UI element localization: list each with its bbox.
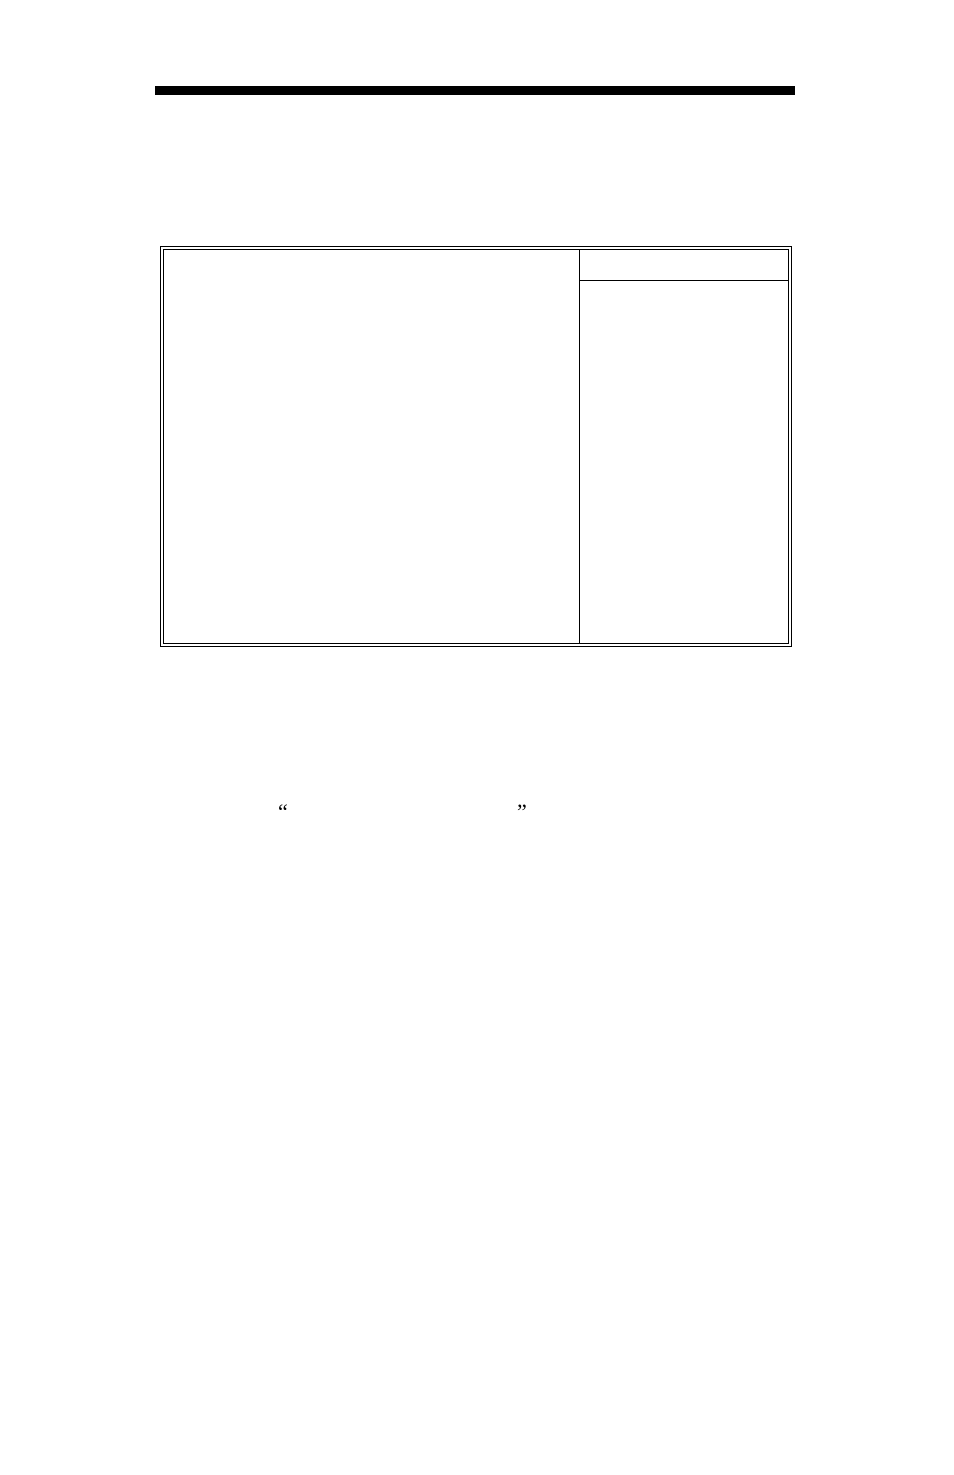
bottom-rule xyxy=(155,1249,795,1258)
table-box xyxy=(160,246,792,647)
top-rule xyxy=(155,86,795,95)
header-divider xyxy=(579,280,788,281)
open-quote: “ xyxy=(278,799,288,825)
page: “ ” xyxy=(0,0,954,1475)
vertical-divider xyxy=(579,250,580,643)
close-quote: ” xyxy=(517,799,527,825)
